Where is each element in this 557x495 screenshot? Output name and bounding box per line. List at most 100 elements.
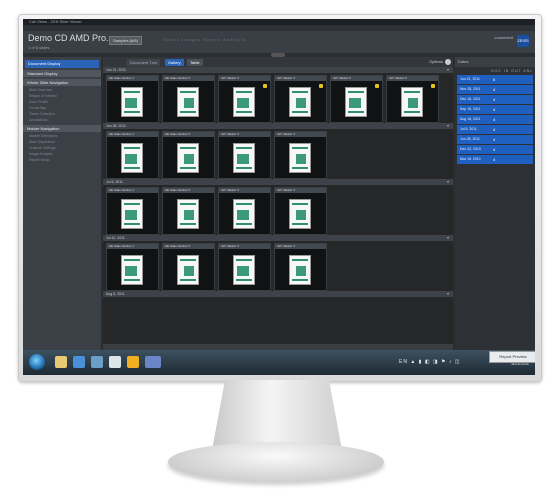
slide-thumbnail [121, 255, 143, 285]
slide-tile[interactable]: IHC Marker 3 [218, 75, 271, 123]
slide-thumbnail [233, 255, 255, 285]
slide-tile-label: IHC Marker 4 [275, 132, 326, 137]
slide-tile[interactable]: IHC Marker 4 [274, 187, 327, 235]
project-subtitle: 1 of 6 slides [28, 45, 50, 50]
date-group: Aug 5, 2011 ▾ [103, 291, 453, 297]
slide-thumbnail [289, 199, 311, 229]
slide-tile[interactable]: HE Stain Section 1 [106, 187, 159, 235]
slide-tile[interactable]: IHC Marker 5 [330, 75, 383, 123]
date-row[interactable]: Jul 8, 2011 4 [457, 125, 533, 134]
slide-tile-label: HE Stain Section 2 [163, 132, 214, 137]
header-tabs[interactable]: Slides Images Report Analysis [163, 37, 246, 42]
samples-button[interactable]: Samples (6/6) [109, 36, 142, 45]
slide-thumbnail [345, 87, 367, 117]
folder-icon[interactable] [127, 356, 139, 368]
sidebar-section-whole-slide[interactable]: Whole Slide Navigation [23, 79, 101, 86]
collapse-arrow-icon[interactable]: ▾ [447, 291, 449, 297]
flag-icon [263, 84, 267, 88]
date-row[interactable]: Nov 28, 2011 4 [457, 85, 533, 94]
project-title: Demo CD AMD Pro... [28, 33, 114, 43]
date-row-label: Jun 21, 2011 [460, 77, 480, 81]
sidebar-item[interactable]: Annotations [23, 117, 101, 123]
flag-icon [375, 84, 379, 88]
explorer-icon[interactable] [55, 356, 67, 368]
slide-tile-label: HE Stain Section 2 [163, 188, 214, 193]
options-label[interactable]: Options [429, 59, 443, 64]
slide-tile-label: IHC Marker 4 [275, 244, 326, 249]
date-row-count: 4 [493, 97, 496, 102]
date-group-label: Jun 21, 2011 [106, 68, 126, 72]
app-icon[interactable] [109, 356, 121, 368]
taskbar: EN ▲ ▮ ◧ ◨ ⚑ ♪ ◫ 10:07 8/21/2011 [23, 350, 535, 375]
slide-tile[interactable]: HE Stain Section 2 [162, 243, 215, 291]
slide-tile[interactable]: IHC Marker 6 [386, 75, 439, 123]
tile-row: HE Stain Section 1 HE Stain Section 2 IHC … [103, 129, 453, 179]
slide-tile[interactable]: HE Stain Section 1 [106, 131, 159, 179]
date-group-label: Jun 28, 2011 [106, 124, 126, 128]
gallery-view: Document Tree Gallery Table Options Jun … [103, 57, 453, 350]
slide-tile[interactable]: HE Stain Section 2 [162, 131, 215, 179]
slide-tile-label: HE Stain Section 1 [107, 244, 158, 249]
slide-tile-label: IHC Marker 3 [219, 188, 270, 193]
date-row-label: Sep 16, 2011 [460, 107, 481, 111]
date-row[interactable]: Dec 16, 2011 4 [457, 95, 533, 104]
slide-tile-label: IHC Marker 3 [219, 132, 270, 137]
date-row-count: 4 [493, 87, 496, 92]
slide-tile[interactable]: IHC Marker 3 [218, 187, 271, 235]
date-group-header[interactable]: Aug 5, 2011 ▾ [103, 291, 453, 297]
date-row-count: 4 [493, 137, 496, 142]
date-row[interactable]: Jun 21, 2011 6 [457, 75, 533, 84]
flag-icon [319, 84, 323, 88]
slide-tile[interactable]: HE Stain Section 1 [106, 75, 159, 123]
date-group: Jul 12, 2011 ▾ HE Stain Section 1 HE Stain … [103, 235, 453, 291]
date-row[interactable]: Jun 28, 2011 4 [457, 135, 533, 144]
slide-tile[interactable]: IHC Marker 4 [274, 75, 327, 123]
slide-tile[interactable]: HE Stain Section 2 [162, 75, 215, 123]
slide-thumbnail [401, 87, 423, 117]
slide-thumbnail [233, 87, 255, 117]
date-row[interactable]: Mar 18, 2010 4 [457, 155, 533, 164]
table-button[interactable]: Table [187, 59, 203, 66]
browser-icon[interactable] [73, 356, 85, 368]
slide-tile-label: IHC Marker 3 [219, 76, 270, 81]
slide-thumbnail [121, 199, 143, 229]
date-row-count: 4 [493, 147, 496, 152]
date-row[interactable]: Sep 16, 2011 4 [457, 105, 533, 114]
sidebar-section-standard[interactable]: Standard Display [23, 70, 101, 77]
start-button[interactable] [29, 354, 45, 370]
system-tray[interactable]: EN ▲ ▮ ◧ ◨ ⚑ ♪ ◫ [399, 359, 461, 365]
date-row-label: Jul 8, 2011 [460, 127, 477, 131]
slide-tile[interactable]: IHC Marker 4 [274, 243, 327, 291]
slide-tile[interactable]: HE Stain Section 1 [106, 243, 159, 291]
slide-tile[interactable]: IHC Marker 4 [274, 131, 327, 179]
slide-tile[interactable]: IHC Marker 3 [218, 243, 271, 291]
media-icon[interactable] [91, 356, 103, 368]
date-group: Jul 5, 2011 ▾ HE Stain Section 1 HE Stain S… [103, 179, 453, 235]
date-panel-columns: DOC IN OUT ANL [491, 69, 534, 73]
slide-thumbnail [121, 143, 143, 173]
gallery-button[interactable]: Gallery [165, 59, 184, 66]
app-header: Demo CD AMD Pro... 1 of 6 slides Samples… [23, 31, 535, 53]
slide-tile[interactable]: HE Stain Section 2 [162, 187, 215, 235]
date-row-count: 4 [493, 107, 496, 112]
slide-tile-label: HE Stain Section 2 [163, 76, 214, 81]
document-tree-button[interactable]: Document Tree [127, 59, 161, 66]
report-preview-tooltip[interactable]: Report Preview [489, 351, 535, 363]
zen-task-icon[interactable] [145, 356, 161, 368]
sidebar-section-marker[interactable]: Marker Navigation [23, 125, 101, 132]
slide-tile[interactable]: IHC Marker 3 [218, 131, 271, 179]
sidebar-item[interactable]: Report Setup [23, 157, 101, 163]
date-row-label: Mar 18, 2010 [460, 157, 481, 161]
slide-thumbnail [177, 143, 199, 173]
slide-thumbnail [233, 143, 255, 173]
date-groups: Jun 21, 2011 ▾ HE Stain Section 1 HE Stain … [103, 67, 453, 297]
date-row-label: Nov 28, 2011 [460, 87, 481, 91]
date-row-count: 4 [493, 127, 496, 132]
date-row[interactable]: Dec 22, 2010 4 [457, 145, 533, 154]
slide-thumbnail [177, 255, 199, 285]
slide-thumbnail [289, 143, 311, 173]
info-icon[interactable] [445, 59, 451, 65]
date-row[interactable]: Aug 16, 2011 4 [457, 115, 533, 124]
sidebar-item-document-display[interactable]: Document Display [25, 60, 99, 68]
sidebar: Document Display Standard Display Whole … [23, 57, 101, 350]
